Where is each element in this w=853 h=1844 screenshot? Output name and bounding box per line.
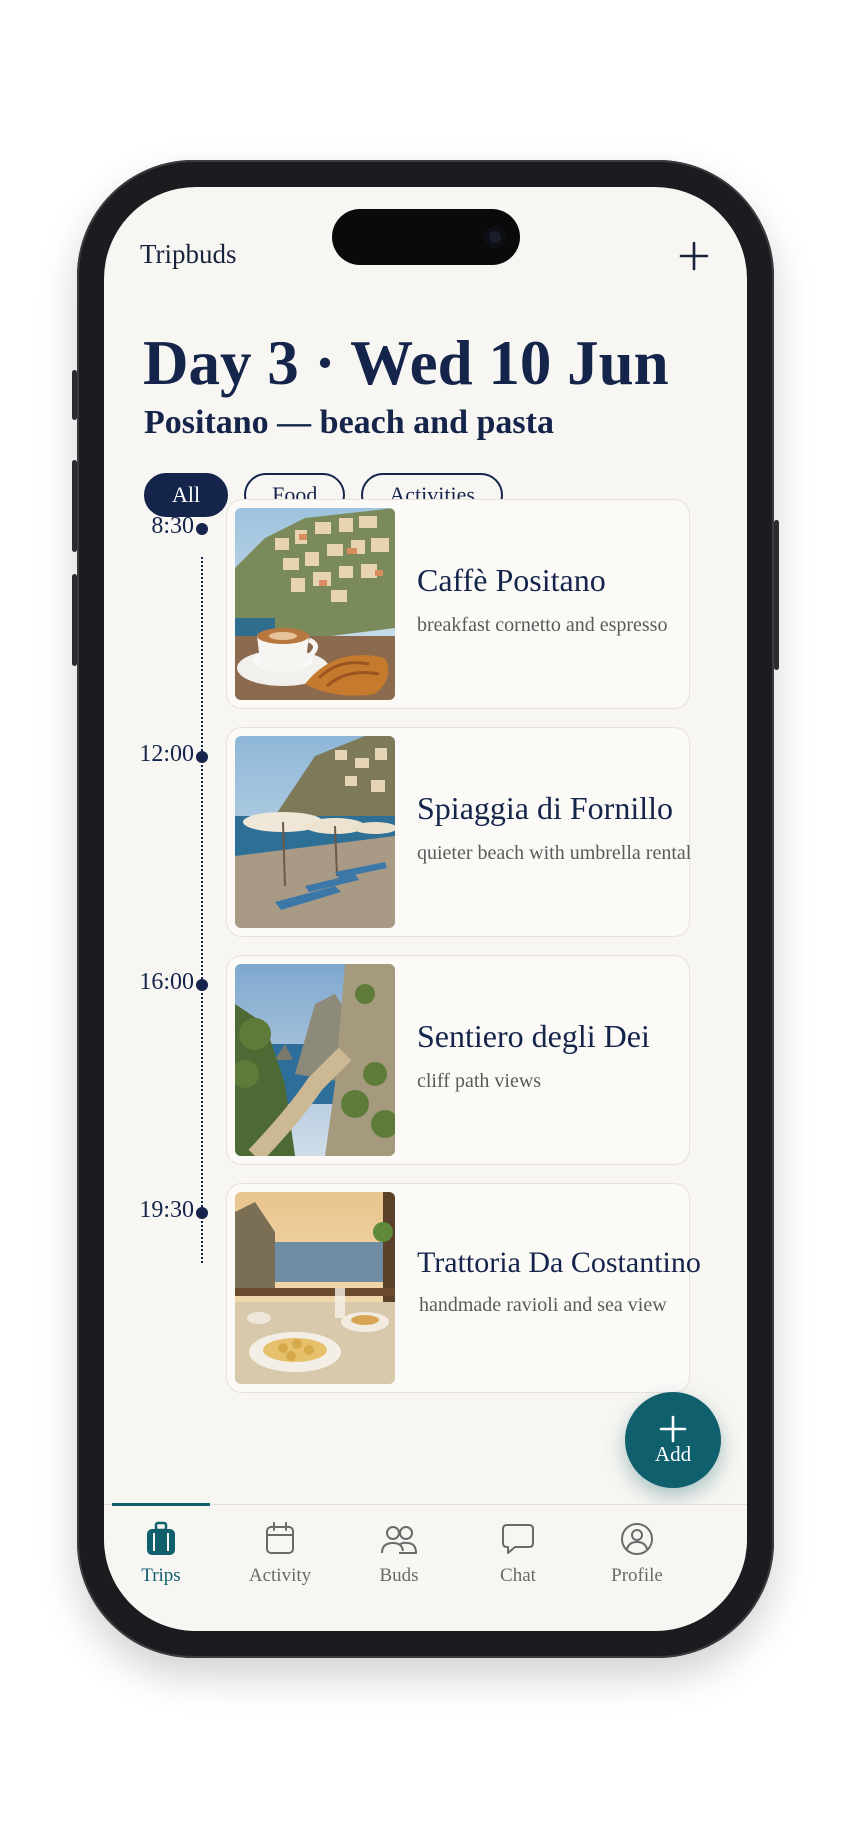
time-label: 19:30 — [139, 1197, 194, 1223]
add-button-label: Add — [654, 1441, 692, 1466]
itinerary-card-trattoria-da-costantino[interactable]: Trattoria Da Costantino handmade ravioli… — [226, 1183, 701, 1393]
tab-profile[interactable]: Profile — [582, 1521, 692, 1587]
tab-label: Buds — [379, 1565, 419, 1586]
time-label: 16:00 — [139, 969, 194, 995]
page-title: Day 3 · Wed 10 Jun — [143, 328, 669, 398]
add-activity-button[interactable]: Add — [625, 1392, 721, 1488]
dynamic-island — [332, 209, 520, 265]
place-description: quieter beach with umbrella rental — [417, 842, 692, 864]
power-button — [774, 520, 779, 670]
page-subtitle: Positano — beach and pasta — [144, 404, 554, 441]
profile-icon — [621, 1523, 653, 1555]
app-screen: Tripbuds Day 3 · Wed 10 Jun Positano — b… — [104, 187, 747, 1631]
place-name: Trattoria Da Costantino — [417, 1246, 701, 1279]
timeline-dot — [196, 1207, 208, 1219]
tab-buds[interactable]: Buds — [344, 1521, 454, 1587]
plus-icon — [679, 241, 709, 271]
tab-label: Chat — [500, 1565, 536, 1586]
phone-frame: Tripbuds Day 3 · Wed 10 Jun Positano — b… — [72, 160, 779, 1658]
chat-bubble-icon — [502, 1524, 534, 1554]
bottom-tab-bar: Trips Activity Buds Chat Profile — [104, 1503, 747, 1631]
timeline-dot — [196, 979, 208, 991]
itinerary-card-caffe-positano[interactable]: Caffè Positano breakfast cornetto and es… — [226, 499, 690, 709]
place-name: Sentiero degli Dei — [417, 1018, 650, 1054]
timeline-dot — [196, 751, 208, 763]
itinerary-card-spiaggia-di-fornillo[interactable]: Spiaggia di Fornillo quieter beach with … — [226, 727, 692, 937]
app-name: Tripbuds — [140, 239, 237, 269]
ravioli-sea-view-photo — [235, 1192, 395, 1384]
place-description: handmade ravioli and sea view — [419, 1294, 667, 1316]
active-tab-indicator — [112, 1503, 210, 1506]
itinerary-card-sentiero-degli-dei[interactable]: Sentiero degli Dei cliff path views — [226, 955, 690, 1165]
tab-activity[interactable]: Activity — [225, 1521, 335, 1587]
place-description: cliff path views — [417, 1070, 542, 1092]
volume-down-button — [72, 574, 77, 666]
place-name: Spiaggia di Fornillo — [417, 790, 673, 826]
coffee-croissant-positano-photo — [235, 508, 395, 700]
action-button — [72, 370, 77, 420]
place-description: breakfast cornetto and espresso — [417, 614, 668, 636]
place-name: Caffè Positano — [417, 562, 606, 598]
filter-chip-all[interactable]: All — [144, 473, 229, 517]
cliff-path-photo — [235, 964, 395, 1156]
calendar-icon — [266, 1522, 294, 1554]
people-icon — [381, 1526, 418, 1554]
beach-umbrellas-photo — [235, 736, 395, 928]
plus-icon — [659, 1415, 687, 1442]
tab-trips[interactable]: Trips — [106, 1521, 216, 1587]
front-camera — [484, 226, 506, 248]
tab-label: Activity — [248, 1565, 312, 1586]
timeline-dot — [196, 523, 208, 535]
add-trip-button[interactable] — [677, 239, 711, 273]
tab-label: Profile — [611, 1565, 663, 1586]
tab-label: Trips — [141, 1565, 181, 1586]
suitcase-icon — [147, 1521, 175, 1555]
timeline-line — [201, 557, 203, 1263]
volume-up-button — [72, 460, 77, 552]
time-label: 8:30 — [151, 513, 194, 539]
time-label: 12:00 — [139, 741, 194, 767]
tab-chat[interactable]: Chat — [463, 1521, 573, 1587]
